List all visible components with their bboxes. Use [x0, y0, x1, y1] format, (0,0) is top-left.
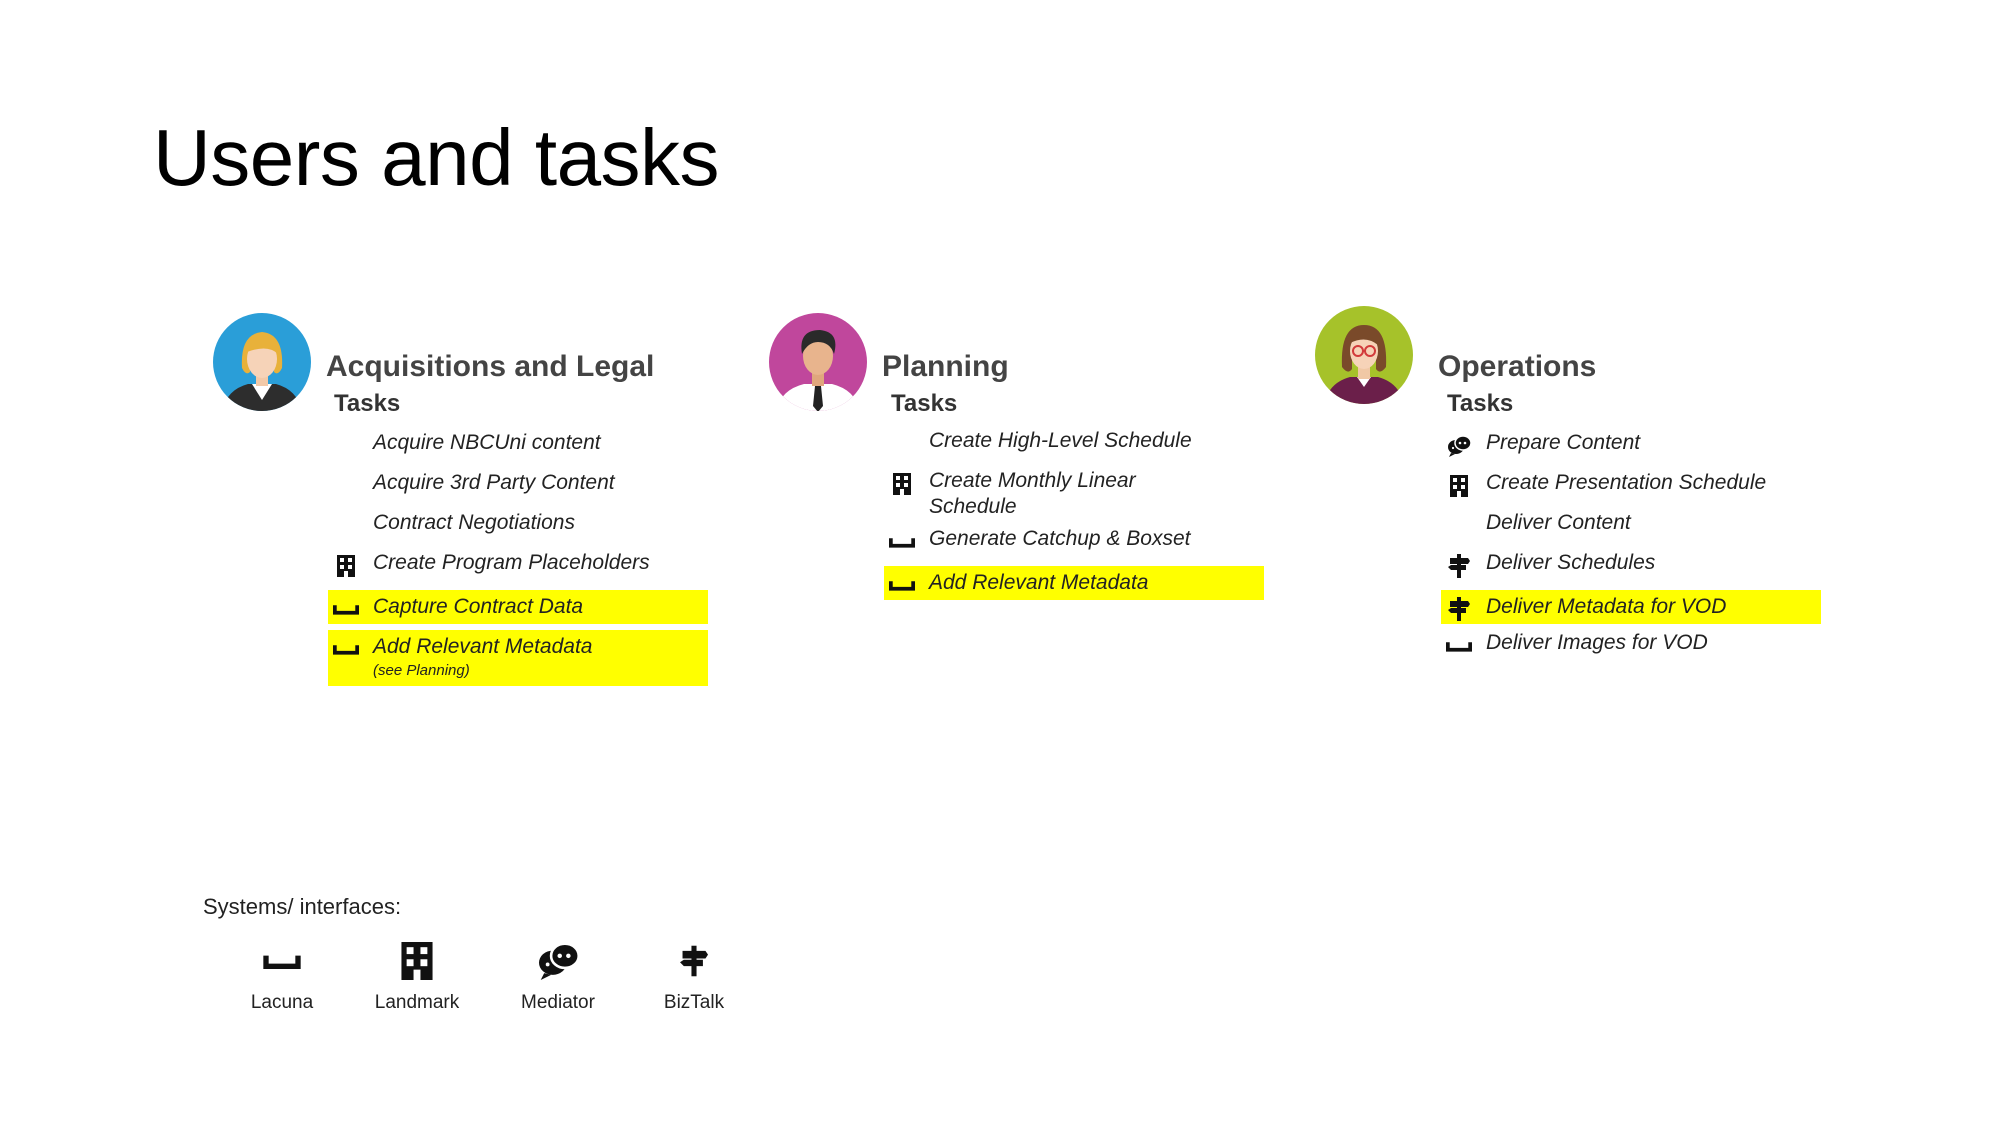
man-tie-avatar	[768, 312, 868, 412]
task-label: Generate Catchup & Boxset	[929, 527, 1191, 550]
task-item: Acquire 3rd Party Content	[328, 470, 708, 504]
task-label: Deliver Images for VOD	[1486, 631, 1708, 654]
landmark-icon	[333, 553, 359, 579]
legend-item-biztalk: BizTalk	[634, 940, 754, 1014]
task-item: Capture Contract Data	[328, 590, 708, 624]
landmark-icon	[1446, 473, 1472, 499]
task-note: (see Planning)	[373, 662, 470, 679]
mediator-icon	[498, 940, 618, 982]
task-label: Contract Negotiations	[373, 511, 575, 534]
task-item: Prepare Content	[1441, 430, 1821, 464]
lacuna-icon	[333, 636, 359, 662]
task-item: Acquire NBCUni content	[328, 430, 708, 464]
task-label: Deliver Schedules	[1486, 551, 1656, 574]
task-label: Capture Contract Data	[373, 595, 584, 618]
legend-item-lacuna: Lacuna	[222, 940, 342, 1014]
task-label: Add Relevant Metadata	[373, 635, 593, 658]
task-list-planning: Create High-Level Schedule Create Monthl…	[884, 428, 1264, 606]
role-title-operations: Operations	[1438, 350, 1597, 383]
legend-label: BizTalk	[663, 992, 725, 1013]
tasks-label-planning: Tasks	[891, 390, 958, 417]
task-item: Deliver Content	[1441, 510, 1821, 544]
lacuna-icon	[222, 940, 342, 982]
lacuna-icon	[333, 596, 359, 622]
task-item: Deliver Images for VOD	[1441, 630, 1821, 664]
page-title: Users and tasks	[153, 113, 720, 202]
biztalk-icon	[1446, 553, 1472, 579]
legend-item-mediator: Mediator	[498, 940, 618, 1014]
task-list-acquisitions: Acquire NBCUni content Acquire 3rd Party…	[328, 430, 708, 692]
lacuna-icon	[889, 529, 915, 555]
biztalk-icon	[634, 940, 754, 982]
task-item: Create Monthly Linear Schedule	[884, 468, 1264, 520]
legend-label: Lacuna	[250, 992, 314, 1013]
task-label: Acquire 3rd Party Content	[373, 471, 615, 494]
task-item: Create High-Level Schedule	[884, 428, 1264, 462]
lacuna-icon	[1446, 633, 1472, 659]
woman-blonde-avatar	[212, 312, 312, 412]
biztalk-icon	[1446, 596, 1472, 622]
mediator-icon	[1446, 433, 1472, 459]
landmark-icon	[357, 940, 477, 982]
task-label: Create Presentation Schedule	[1486, 471, 1767, 494]
legend-label: Landmark	[374, 992, 460, 1013]
task-item: Deliver Schedules	[1441, 550, 1821, 584]
task-label: Deliver Content	[1486, 511, 1631, 534]
task-label: Prepare Content	[1486, 431, 1641, 454]
legend-item-landmark: Landmark	[357, 940, 477, 1014]
task-label: Add Relevant Metadata	[929, 571, 1149, 594]
task-item: Generate Catchup & Boxset	[884, 526, 1264, 560]
task-label: Create Program Placeholders	[373, 551, 650, 574]
task-item: Contract Negotiations	[328, 510, 708, 544]
task-label: Acquire NBCUni content	[373, 431, 601, 454]
task-item: Add Relevant Metadata	[884, 566, 1264, 600]
task-item: Deliver Metadata for VOD	[1441, 590, 1821, 624]
task-item: Create Presentation Schedule	[1441, 470, 1821, 504]
tasks-label-operations: Tasks	[1447, 390, 1514, 417]
landmark-icon	[889, 471, 915, 497]
task-list-operations: Prepare Content Create Presentation Sche…	[1441, 430, 1821, 670]
task-item: Add Relevant Metadata (see Planning)	[328, 630, 708, 686]
lacuna-icon	[889, 572, 915, 598]
woman-glasses-avatar	[1314, 305, 1414, 405]
task-label: Create High-Level Schedule	[929, 429, 1192, 452]
task-item: Create Program Placeholders	[328, 550, 708, 584]
task-label: Deliver Metadata for VOD	[1486, 595, 1727, 618]
legend-label: Mediator	[521, 992, 595, 1013]
role-title-planning: Planning	[882, 350, 1009, 383]
role-title-acquisitions: Acquisitions and Legal	[326, 350, 655, 383]
legend-title: Systems/ interfaces:	[203, 894, 402, 919]
task-label: Create Monthly Linear Schedule	[929, 469, 1136, 518]
tasks-label-acquisitions: Tasks	[334, 390, 401, 417]
